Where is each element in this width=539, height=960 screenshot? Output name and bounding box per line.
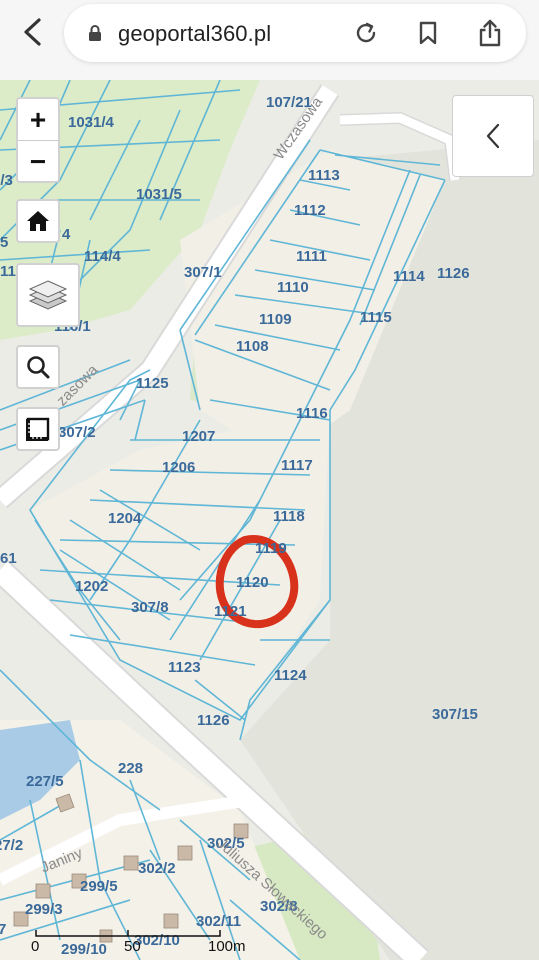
parcel-label[interactable]: 1116 bbox=[296, 405, 328, 422]
scale-label-fifty: 50 bbox=[124, 938, 141, 955]
back-button[interactable] bbox=[14, 14, 50, 50]
parcel-label[interactable]: 307/1 bbox=[184, 264, 222, 281]
parcel-label[interactable]: 307/8 bbox=[131, 599, 169, 616]
parcel-label[interactable]: 1119 bbox=[255, 540, 287, 557]
address-bar[interactable]: geoportal360.pl bbox=[64, 4, 526, 62]
parcel-label[interactable]: 61 bbox=[0, 550, 17, 567]
layers-button[interactable] bbox=[16, 263, 80, 327]
parcel-label[interactable]: 228 bbox=[118, 760, 143, 777]
parcel-label[interactable]: 6/3 bbox=[0, 172, 13, 189]
parcel-label[interactable]: 1123 bbox=[168, 659, 201, 676]
parcel-label[interactable]: 1109 bbox=[259, 311, 292, 328]
reload-icon bbox=[356, 22, 376, 43]
browser-toolbar: geoportal360.pl bbox=[0, 0, 539, 81]
parcel-label[interactable]: 302/11 bbox=[196, 913, 241, 930]
parcel-label[interactable]: 227/5 bbox=[26, 773, 64, 790]
url-text: geoportal360.pl bbox=[118, 21, 272, 46]
parcel-label[interactable]: 11 bbox=[0, 263, 16, 280]
parcel-label[interactable]: 1113 bbox=[308, 167, 340, 184]
measure-icon bbox=[26, 417, 50, 441]
parcel-label[interactable]: 299/5 bbox=[80, 878, 118, 895]
parcel-label[interactable]: 307/2 bbox=[58, 424, 96, 441]
bookmark-icon bbox=[419, 21, 437, 45]
parcel-label[interactable]: 1124 bbox=[274, 667, 307, 684]
bookmark-button[interactable] bbox=[412, 17, 444, 49]
reload-button[interactable] bbox=[350, 17, 382, 49]
parcel-label[interactable]: 1031/4 bbox=[68, 114, 114, 131]
parcel-label[interactable]: 5 bbox=[0, 234, 8, 251]
scale-label-zero: 0 bbox=[31, 938, 40, 955]
chevron-left-icon bbox=[486, 123, 500, 149]
zoom-in-button[interactable]: + bbox=[18, 99, 58, 141]
layers-icon bbox=[28, 280, 68, 310]
share-icon bbox=[479, 19, 501, 47]
parcel-label[interactable]: 1121 bbox=[214, 603, 247, 620]
parcel-label[interactable]: 1206 bbox=[162, 459, 195, 476]
parcel-label[interactable]: 4 bbox=[62, 226, 70, 243]
back-icon bbox=[24, 18, 41, 46]
scale-bar: 0 50 100m bbox=[0, 930, 260, 960]
parcel-label[interactable]: 1126 bbox=[437, 265, 470, 282]
parcel-label[interactable]: 299/3 bbox=[25, 901, 63, 918]
side-panel-toggle[interactable] bbox=[452, 95, 534, 177]
parcel-label[interactable]: 1117 bbox=[281, 457, 313, 474]
parcel-label[interactable]: 27/2 bbox=[0, 837, 23, 854]
parcel-label[interactable]: 1120 bbox=[236, 574, 269, 591]
parcel-label[interactable]: 1125 bbox=[136, 375, 169, 392]
parcel-label[interactable]: 307/15 bbox=[432, 706, 478, 723]
parcel-label[interactable]: 302/2 bbox=[138, 860, 176, 877]
parcel-label[interactable]: 1114 bbox=[393, 268, 425, 285]
parcel-label[interactable]: 1111 bbox=[296, 248, 327, 265]
search-icon bbox=[27, 356, 50, 379]
scale-label-hundred: 100m bbox=[208, 938, 246, 955]
zoom-out-button[interactable]: − bbox=[18, 141, 58, 182]
parcel-label[interactable]: 1202 bbox=[75, 578, 108, 595]
share-button[interactable] bbox=[474, 17, 506, 49]
parcel-label[interactable]: 114/4 bbox=[84, 248, 121, 265]
parcel-label[interactable]: 1112 bbox=[294, 202, 326, 219]
cadastral-map bbox=[0, 80, 539, 960]
parcel-label[interactable]: 1207 bbox=[182, 428, 215, 445]
measure-button[interactable] bbox=[16, 407, 60, 451]
home-icon bbox=[27, 211, 49, 231]
zoom-control: + − bbox=[16, 97, 60, 183]
parcel-label[interactable]: 1118 bbox=[273, 508, 305, 525]
home-button[interactable] bbox=[16, 199, 60, 243]
parcel-label[interactable]: 1115 bbox=[360, 309, 392, 326]
parcel-label[interactable]: 1108 bbox=[236, 338, 269, 355]
search-button[interactable] bbox=[16, 345, 60, 389]
map-view[interactable]: 1031/4 107/21 1113 6/3 1031/5 1112 5 4 1… bbox=[0, 80, 539, 960]
parcel-label[interactable]: 1204 bbox=[108, 510, 141, 527]
parcel-label[interactable]: 1126 bbox=[197, 712, 230, 729]
parcel-label[interactable]: 1110 bbox=[277, 279, 309, 296]
parcel-label[interactable]: 1031/5 bbox=[136, 186, 182, 203]
lock-icon bbox=[89, 25, 101, 41]
